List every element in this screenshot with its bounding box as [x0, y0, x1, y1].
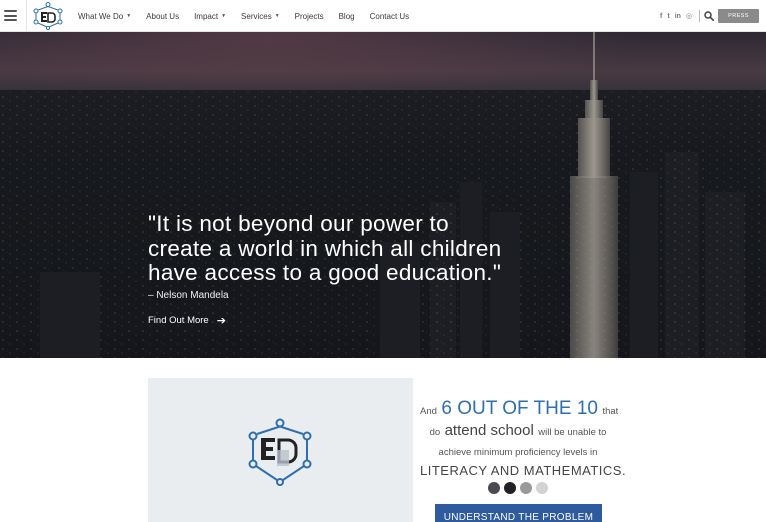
network-book-icon: [248, 418, 312, 486]
nav-about-us[interactable]: About Us: [146, 12, 179, 21]
carousel-dot[interactable]: [504, 482, 516, 494]
nav-contact-us[interactable]: Contact Us: [370, 12, 410, 21]
caret-down-icon: ▼: [126, 13, 132, 19]
caret-down-icon: ▼: [274, 13, 280, 19]
facebook-icon[interactable]: f: [660, 13, 662, 20]
hamburger-menu-icon[interactable]: [4, 10, 17, 21]
city-skyline-image: [0, 32, 766, 358]
nav-blog[interactable]: Blog: [339, 12, 355, 21]
carousel-dot[interactable]: [536, 482, 548, 494]
understand-problem-button[interactable]: UNDERSTAND THE PROBLEM: [435, 504, 602, 522]
problem-section: And 6 OUT OF THE 10 that do attend schoo…: [0, 358, 766, 522]
quote-attribution: – Nelson Mandela: [148, 290, 229, 301]
social-links: f t in ◎: [660, 0, 692, 32]
linkedin-icon[interactable]: in: [675, 13, 681, 20]
twitter-icon[interactable]: t: [667, 13, 669, 20]
site-header: What We Do ▼ About Us Impact ▼ Services ▼ P…: [0, 0, 766, 32]
find-out-more-link[interactable]: Find Out More ➔: [148, 314, 226, 327]
header-separator: [699, 10, 700, 22]
main-nav: What We Do ▼ About Us Impact ▼ Services ▼ P…: [78, 0, 424, 32]
site-logo[interactable]: [33, 2, 63, 30]
nav-what-we-do[interactable]: What We Do ▼: [78, 12, 131, 21]
search-icon[interactable]: [704, 11, 714, 21]
nav-projects[interactable]: Projects: [295, 12, 324, 21]
instagram-icon[interactable]: ◎: [686, 12, 692, 20]
nav-impact[interactable]: Impact ▼: [194, 12, 226, 21]
press-button[interactable]: PRESS: [718, 9, 759, 23]
stat-highlight: 6 OUT OF THE 10: [441, 398, 598, 419]
carousel-dot[interactable]: [488, 482, 500, 494]
arrow-right-icon: ➔: [216, 315, 226, 327]
nav-services[interactable]: Services ▼: [241, 12, 280, 21]
carousel-dot[interactable]: [520, 482, 532, 494]
hero-banner: "It is not beyond our power to create a …: [0, 32, 766, 358]
header-divider: [26, 0, 27, 32]
carousel-dots: [488, 482, 548, 494]
hero-quote: "It is not beyond our power to create a …: [148, 211, 502, 285]
illustration-panel: [148, 378, 413, 522]
caret-down-icon: ▼: [221, 13, 227, 19]
statistic-text: And 6 OUT OF THE 10 that do attend schoo…: [420, 398, 627, 478]
